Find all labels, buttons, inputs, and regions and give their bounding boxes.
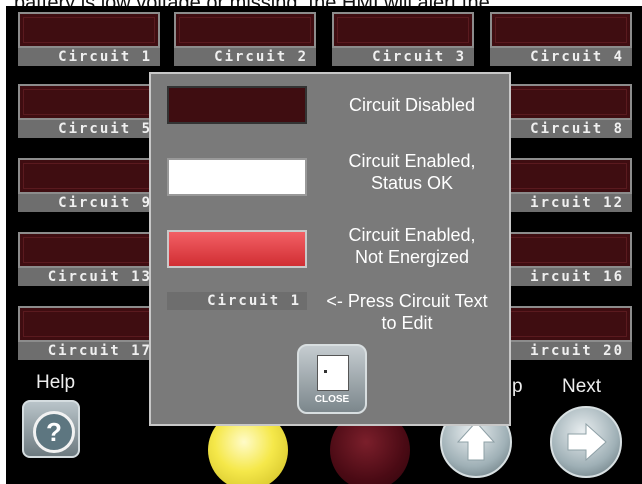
circuit-8-tile[interactable]: Circuit 8 bbox=[490, 84, 632, 138]
circuit-20-label[interactable]: ircuit 20 bbox=[490, 342, 632, 360]
circuit-3-tile[interactable]: Circuit 3 bbox=[332, 12, 474, 66]
circuit-12-tile[interactable]: ircuit 12 bbox=[490, 158, 632, 212]
circuit-17-indicator bbox=[18, 306, 160, 342]
circuit-2-label[interactable]: Circuit 2 bbox=[174, 48, 316, 66]
circuit-8-indicator bbox=[490, 84, 632, 120]
circuit-12-label[interactable]: ircuit 12 bbox=[490, 194, 632, 212]
circuit-5-tile[interactable]: Circuit 5 bbox=[18, 84, 160, 138]
not-energized-text-line1: Circuit Enabled, bbox=[348, 225, 476, 245]
circuit-5-label[interactable]: Circuit 5 bbox=[18, 120, 160, 138]
not-energized-swatch bbox=[167, 230, 307, 268]
circuit-12-indicator bbox=[490, 158, 632, 194]
question-icon: ? bbox=[33, 411, 75, 453]
status-ok-swatch bbox=[167, 158, 307, 196]
up-label: p bbox=[512, 376, 523, 397]
legend-dialog: Circuit Disabled Circuit Enabled, Status… bbox=[149, 72, 511, 426]
circuit-13-label[interactable]: Circuit 13 bbox=[18, 268, 160, 286]
circuit-1-indicator bbox=[18, 12, 160, 48]
circuit-5-indicator bbox=[18, 84, 160, 120]
circuit-16-label[interactable]: ircuit 16 bbox=[490, 268, 632, 286]
screenshot: battery is low voltage or missing, the H… bbox=[0, 0, 642, 484]
next-label: Next bbox=[562, 376, 602, 397]
circuit-13-indicator bbox=[18, 232, 160, 268]
status-ok-text-line2: Status OK bbox=[370, 173, 454, 193]
status-ok-text-line1: Circuit Enabled, bbox=[348, 151, 476, 171]
circuit-13-tile[interactable]: Circuit 13 bbox=[18, 232, 160, 286]
hmi-screen: Circuit 1 Circuit 2 Circuit 3 Circuit 4 … bbox=[6, 6, 642, 484]
circuit-4-tile[interactable]: Circuit 4 bbox=[490, 12, 632, 66]
circuit-20-tile[interactable]: ircuit 20 bbox=[490, 306, 632, 360]
close-label: CLOSE bbox=[314, 394, 350, 405]
help-label: Help bbox=[36, 372, 76, 393]
close-button[interactable]: CLOSE bbox=[297, 344, 367, 414]
circuit-3-indicator bbox=[332, 12, 474, 48]
not-energized-text-line2: Not Energized bbox=[354, 247, 470, 267]
disabled-text: Circuit Disabled bbox=[348, 95, 476, 115]
next-button[interactable] bbox=[550, 406, 622, 478]
sample-circuit-label[interactable]: Circuit 1 bbox=[167, 292, 307, 310]
circuit-16-tile[interactable]: ircuit 16 bbox=[490, 232, 632, 286]
circuit-17-tile[interactable]: Circuit 17 bbox=[18, 306, 160, 360]
circuit-2-tile[interactable]: Circuit 2 bbox=[174, 12, 316, 66]
circuit-4-indicator bbox=[490, 12, 632, 48]
circuit-2-indicator bbox=[174, 12, 316, 48]
circuit-9-indicator bbox=[18, 158, 160, 194]
arrow-right-icon bbox=[567, 422, 607, 462]
door-icon bbox=[317, 355, 349, 391]
circuit-8-label[interactable]: Circuit 8 bbox=[490, 120, 632, 138]
disabled-swatch bbox=[167, 86, 307, 124]
circuit-9-label[interactable]: Circuit 9 bbox=[18, 194, 160, 212]
circuit-17-label[interactable]: Circuit 17 bbox=[18, 342, 160, 360]
circuit-16-indicator bbox=[490, 232, 632, 268]
circuit-3-label[interactable]: Circuit 3 bbox=[332, 48, 474, 66]
edit-hint-line2: to Edit bbox=[381, 313, 433, 333]
circuit-4-label[interactable]: Circuit 4 bbox=[490, 48, 632, 66]
circuit-1-tile[interactable]: Circuit 1 bbox=[18, 12, 160, 66]
circuit-20-indicator bbox=[490, 306, 632, 342]
circuit-9-tile[interactable]: Circuit 9 bbox=[18, 158, 160, 212]
help-button[interactable]: ? bbox=[22, 400, 80, 458]
edit-hint-line1: <- Press Circuit Text bbox=[326, 291, 488, 311]
circuit-1-label[interactable]: Circuit 1 bbox=[18, 48, 160, 66]
